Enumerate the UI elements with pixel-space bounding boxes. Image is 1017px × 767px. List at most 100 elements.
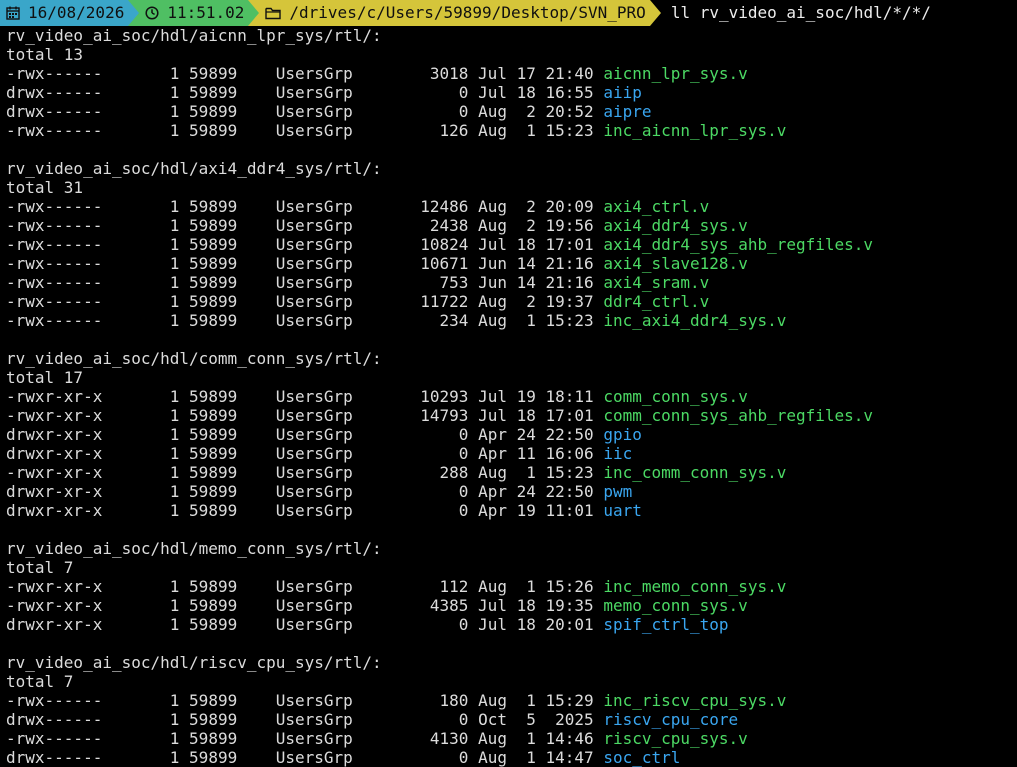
permissions: -rwx------ xyxy=(6,691,103,710)
owner: 59899 xyxy=(189,691,238,710)
permissions: -rwx------ xyxy=(6,292,103,311)
mod-month: Aug xyxy=(478,748,507,767)
permissions: -rwxr-xr-x xyxy=(6,463,103,482)
mod-time: 19:56 xyxy=(545,216,594,235)
file-size: 288 xyxy=(439,463,469,482)
link-count: 1 xyxy=(169,691,180,710)
owner: 59899 xyxy=(189,501,238,520)
listing-row: -rwx------ 1 59899 UsersGrp 12486 Aug 2 … xyxy=(0,197,1017,216)
mod-time: 2025 xyxy=(555,710,594,729)
group: UsersGrp xyxy=(275,387,353,406)
file-name[interactable]: axi4_sram.v xyxy=(603,273,709,292)
mod-month: Aug xyxy=(478,311,507,330)
file-name[interactable]: comm_conn_sys_ahb_regfiles.v xyxy=(603,406,873,425)
listing-row: -rwx------ 1 59899 UsersGrp 753 Jun 14 2… xyxy=(0,273,1017,292)
file-name[interactable]: memo_conn_sys.v xyxy=(603,596,748,615)
group: UsersGrp xyxy=(275,235,353,254)
file-name[interactable]: axi4_ddr4_sys.v xyxy=(603,216,748,235)
mod-day: 2 xyxy=(526,292,536,311)
mod-month: Jul xyxy=(478,596,507,615)
permissions: -rwx------ xyxy=(6,254,103,273)
owner: 59899 xyxy=(189,254,238,273)
owner: 59899 xyxy=(189,406,238,425)
permissions: drwx------ xyxy=(6,102,103,121)
mod-day: 14 xyxy=(516,273,536,292)
mod-time: 15:23 xyxy=(545,463,594,482)
mod-month: Aug xyxy=(478,292,507,311)
file-name[interactable]: inc_comm_conn_sys.v xyxy=(603,463,786,482)
command-text[interactable]: ll rv_video_ai_soc/hdl/*/*/ xyxy=(661,0,931,26)
mod-time: 14:47 xyxy=(545,748,594,767)
file-name[interactable]: ddr4_ctrl.v xyxy=(603,292,709,311)
file-name[interactable]: axi4_slave128.v xyxy=(603,254,748,273)
permissions: drwx------ xyxy=(6,748,103,767)
file-name[interactable]: aicnn_lpr_sys.v xyxy=(603,64,748,83)
link-count: 1 xyxy=(169,311,180,330)
mod-time: 20:01 xyxy=(545,615,594,634)
link-count: 1 xyxy=(169,102,180,121)
file-size: 753 xyxy=(439,273,469,292)
file-size: 2438 xyxy=(429,216,469,235)
permissions: drwx------ xyxy=(6,83,103,102)
owner: 59899 xyxy=(189,463,238,482)
file-name[interactable]: axi4_ctrl.v xyxy=(603,197,709,216)
mod-day: 24 xyxy=(516,425,536,444)
group: UsersGrp xyxy=(275,577,353,596)
owner: 59899 xyxy=(189,482,238,501)
listing-row: drwxr-xr-x 1 59899 UsersGrp 0 Jul 18 20:… xyxy=(0,615,1017,634)
directory-name[interactable]: spif_ctrl_top xyxy=(603,615,728,634)
mod-month: Apr xyxy=(478,501,507,520)
file-name[interactable]: inc_aicnn_lpr_sys.v xyxy=(603,121,786,140)
directory-name[interactable]: aipre xyxy=(603,102,651,121)
group: UsersGrp xyxy=(275,691,353,710)
mod-month: Apr xyxy=(478,425,507,444)
file-name[interactable]: inc_axi4_ddr4_sys.v xyxy=(603,311,786,330)
directory-name[interactable]: riscv_cpu_core xyxy=(603,710,738,729)
mod-month: Aug xyxy=(478,102,507,121)
permissions: -rwx------ xyxy=(6,64,103,83)
file-name[interactable]: riscv_cpu_sys.v xyxy=(603,729,748,748)
group: UsersGrp xyxy=(275,216,353,235)
mod-time: 15:29 xyxy=(545,691,594,710)
mod-day: 1 xyxy=(526,577,536,596)
mod-day: 11 xyxy=(516,444,536,463)
mod-time: 22:50 xyxy=(545,425,594,444)
file-size: 0 xyxy=(458,102,469,121)
mod-day: 2 xyxy=(526,102,536,121)
mod-month: Jul xyxy=(478,64,507,83)
link-count: 1 xyxy=(169,615,180,634)
directory-name[interactable]: pwm xyxy=(603,482,632,501)
file-name[interactable]: comm_conn_sys.v xyxy=(603,387,748,406)
directory-name[interactable]: soc_ctrl xyxy=(603,748,680,767)
listing-row: -rwxr-xr-x 1 59899 UsersGrp 4385 Jul 18 … xyxy=(0,596,1017,615)
directory-name[interactable]: aiip xyxy=(603,83,642,102)
file-name[interactable]: axi4_ddr4_sys_ahb_regfiles.v xyxy=(603,235,873,254)
owner: 59899 xyxy=(189,748,238,767)
mod-day: 18 xyxy=(516,235,536,254)
mod-time: 17:01 xyxy=(545,406,594,425)
group: UsersGrp xyxy=(275,273,353,292)
link-count: 1 xyxy=(169,463,180,482)
group: UsersGrp xyxy=(275,615,353,634)
mod-time: 16:55 xyxy=(545,83,594,102)
listing-row: drwxr-xr-x 1 59899 UsersGrp 0 Apr 11 16:… xyxy=(0,444,1017,463)
prompt-line: 16/08/2026 11:51.02 /drives/c/Users/5989… xyxy=(0,0,1017,26)
terminal-window[interactable]: 16/08/2026 11:51.02 /drives/c/Users/5989… xyxy=(0,0,1017,767)
group: UsersGrp xyxy=(275,748,353,767)
directory-name[interactable]: gpio xyxy=(603,425,642,444)
file-size: 0 xyxy=(458,748,469,767)
owner: 59899 xyxy=(189,197,238,216)
owner: 59899 xyxy=(189,387,238,406)
mod-month: Jul xyxy=(478,387,507,406)
link-count: 1 xyxy=(169,748,180,767)
file-size: 12486 xyxy=(420,197,469,216)
file-name[interactable]: inc_riscv_cpu_sys.v xyxy=(603,691,786,710)
mod-time: 20:52 xyxy=(545,102,594,121)
file-name[interactable]: inc_memo_conn_sys.v xyxy=(603,577,786,596)
group: UsersGrp xyxy=(275,729,353,748)
directory-name[interactable]: uart xyxy=(603,501,642,520)
file-size: 0 xyxy=(458,444,469,463)
link-count: 1 xyxy=(169,710,180,729)
directory-name[interactable]: iic xyxy=(603,444,632,463)
